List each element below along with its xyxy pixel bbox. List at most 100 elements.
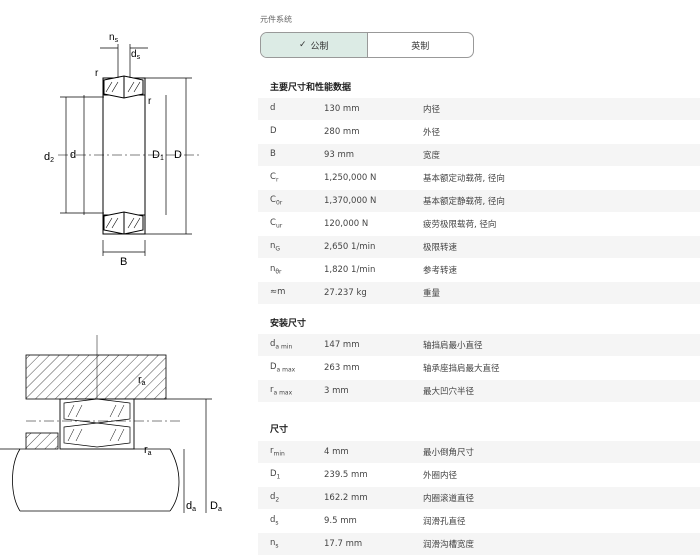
label-Da: Da [210, 500, 222, 513]
spec-table: d 130 mm 内径 D 280 mm 外径 B 93 mm 宽度 Cr 1,250,000 N 基… [258, 97, 700, 304]
spec-description: 重量 [423, 289, 441, 299]
spec-symbol-sub: 2 [275, 496, 280, 504]
spec-value: 1,250,000 N [324, 173, 377, 183]
bearing [59, 398, 135, 450]
unit-option-metric[interactable]: ✓ 公制 [261, 33, 368, 57]
spec-symbol: ≈m [258, 287, 324, 299]
spec-symbol-sub: 0r [275, 199, 283, 207]
spec-symbol-main: D [270, 126, 277, 137]
spec-value: 27.237 kg [324, 288, 367, 298]
section-title: 主要尺寸和性能数据 [270, 83, 352, 93]
spec-row: C0r 1,370,000 N 基本额定静载荷, 径向 [258, 189, 700, 212]
spec-symbol: rmin [258, 446, 324, 458]
spec-symbol: Da max [258, 362, 324, 374]
spec-row: nG 2,650 1/min 极限转速 [258, 235, 700, 258]
unit-option-imperial[interactable]: 英制 [368, 33, 474, 57]
spec-symbol-sub: r [275, 176, 279, 184]
spec-row: ≈m 27.237 kg 重量 [258, 281, 700, 304]
spec-row: ra max 3 mm 最大凹穴半径 [258, 379, 700, 402]
unit-option-label: 公制 [310, 41, 329, 52]
spec-value: 162.2 mm [324, 493, 368, 503]
spec-row: rmin 4 mm 最小倒角尺寸 [258, 440, 700, 463]
spec-symbol-sub: G [275, 245, 281, 253]
label-r-top: r [95, 68, 99, 79]
specs-panel: 元件系统 ✓ 公制 英制 主要尺寸和性能数据 d 130 mm 内径 D 280 mm 外径… [258, 0, 700, 555]
spec-description: 润滑沟槽宽度 [423, 540, 475, 550]
spec-description: 轴挡肩最小直径 [423, 341, 483, 351]
spec-table: da min 147 mm 轴挡肩最小直径 Da max 263 mm 轴承座挡肩最大直径… [258, 333, 700, 402]
spec-row: nθr 1,820 1/min 参考转速 [258, 258, 700, 281]
spec-row: Cr 1,250,000 N 基本额定动载荷, 径向 [258, 166, 700, 189]
shaft-end [12, 448, 21, 512]
label-D: D [174, 149, 182, 161]
spec-symbol-sub: 1 [276, 473, 281, 481]
spec-description: 宽度 [423, 151, 441, 161]
spec-row: d2 162.2 mm 内圈滚道直径 [258, 486, 700, 509]
label-D1: D1 [152, 149, 164, 162]
label-ra-bottom: ra [144, 444, 152, 457]
spec-value: 280 mm [324, 127, 360, 137]
spec-symbol-sub: ur [275, 222, 283, 230]
spec-row: Cur 120,000 N 疲劳极限载荷, 径向 [258, 212, 700, 235]
spec-symbol-sub: θr [275, 268, 282, 276]
spec-row: Da max 263 mm 轴承座挡肩最大直径 [258, 356, 700, 379]
spec-value: 120,000 N [324, 219, 369, 229]
spec-value: 4 mm [324, 447, 349, 457]
spec-value: 9.5 mm [324, 516, 357, 526]
spec-description: 外圈内径 [423, 471, 458, 481]
spec-value: 3 mm [324, 386, 349, 396]
spec-symbol: da min [258, 339, 324, 351]
spec-value: 2,650 1/min [324, 242, 376, 252]
spec-symbol-main: d [270, 103, 276, 114]
spec-value: 1,370,000 N [324, 196, 377, 206]
spec-description: 最大凹穴半径 [423, 387, 475, 397]
spec-value: 263 mm [324, 363, 360, 373]
spec-description: 内圈滚道直径 [423, 494, 475, 504]
spec-symbol: ra max [258, 385, 324, 397]
bearing-outline [102, 77, 146, 235]
spec-row: ns 17.7 mm 润滑沟槽宽度 [258, 532, 700, 555]
spec-symbol-sub: a max [276, 366, 296, 374]
label-d2: d2 [44, 151, 54, 164]
spec-description: 润滑孔直径 [423, 517, 466, 527]
spec-symbol: B [258, 149, 324, 161]
spec-row: da min 147 mm 轴挡肩最小直径 [258, 333, 700, 356]
unit-system-label: 元件系统 [260, 15, 292, 24]
spec-description: 基本额定动载荷, 径向 [423, 174, 505, 184]
spec-description: 外径 [423, 128, 441, 138]
spec-row: D 280 mm 外径 [258, 120, 700, 143]
spec-row: D1 239.5 mm 外圈内径 [258, 463, 700, 486]
section-title: 尺寸 [270, 425, 289, 435]
spec-symbol: d [258, 103, 324, 115]
spec-symbol-sub: min [273, 450, 285, 458]
spec-description: 参考转速 [423, 266, 458, 276]
spec-description: 最小倒角尺寸 [423, 448, 475, 458]
spec-symbol: Cr [258, 172, 324, 184]
spec-value: 147 mm [324, 340, 360, 350]
spec-value: 239.5 mm [324, 470, 368, 480]
label-d: d [70, 149, 76, 161]
spec-description: 疲劳极限载荷, 径向 [423, 220, 497, 230]
spec-symbol: D [258, 126, 324, 138]
spec-symbol-sub: s [275, 519, 279, 527]
spec-symbol-sub: a min [275, 343, 293, 351]
spec-description: 极限转速 [423, 243, 458, 253]
spec-row: ds 9.5 mm 润滑孔直径 [258, 509, 700, 532]
spec-value: 17.7 mm [324, 539, 363, 549]
spec-symbol-main: B [270, 149, 276, 160]
spec-symbol: ns [258, 538, 324, 550]
spec-symbol: D1 [258, 469, 324, 481]
spec-row: d 130 mm 内径 [258, 97, 700, 120]
label-ns: ns [109, 32, 119, 44]
spec-symbol-main: ≈m [270, 287, 286, 298]
label-B: B [120, 256, 127, 268]
spec-symbol: Cur [258, 218, 324, 230]
spec-value: 93 mm [324, 150, 355, 160]
spec-description: 轴承座挡肩最大直径 [423, 364, 500, 374]
label-r-right: r [148, 96, 152, 107]
unit-toggle: ✓ 公制 英制 [260, 32, 474, 58]
spec-description: 基本额定静载荷, 径向 [423, 197, 505, 207]
spec-value: 130 mm [324, 104, 360, 114]
housing [25, 354, 167, 400]
unit-option-label: 英制 [411, 41, 430, 52]
